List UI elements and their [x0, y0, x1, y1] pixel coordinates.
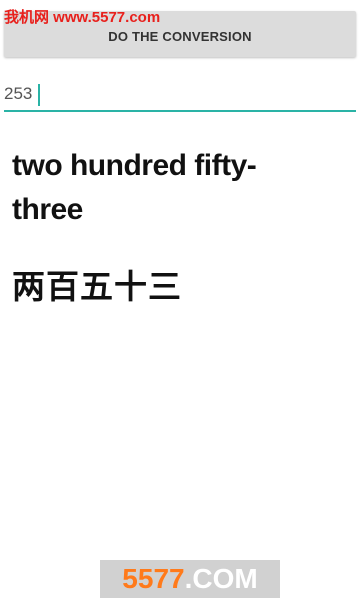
english-result-text: two hundred fifty-three	[12, 149, 257, 226]
do-conversion-button-label: DO THE CONVERSION	[108, 28, 252, 44]
number-input-container[interactable]	[4, 80, 356, 112]
input-underline	[4, 110, 356, 112]
chinese-result-text: 两百五十三	[12, 267, 182, 306]
watermark-top: 我机网 www.5577.com	[4, 9, 161, 26]
watermark-bottom-number: 5577	[122, 563, 185, 594]
watermark-bottom-suffix: .COM	[184, 563, 258, 594]
text-cursor	[38, 84, 40, 106]
number-input[interactable]	[4, 80, 344, 108]
watermark-bottom: 5577 .COM	[100, 560, 280, 598]
